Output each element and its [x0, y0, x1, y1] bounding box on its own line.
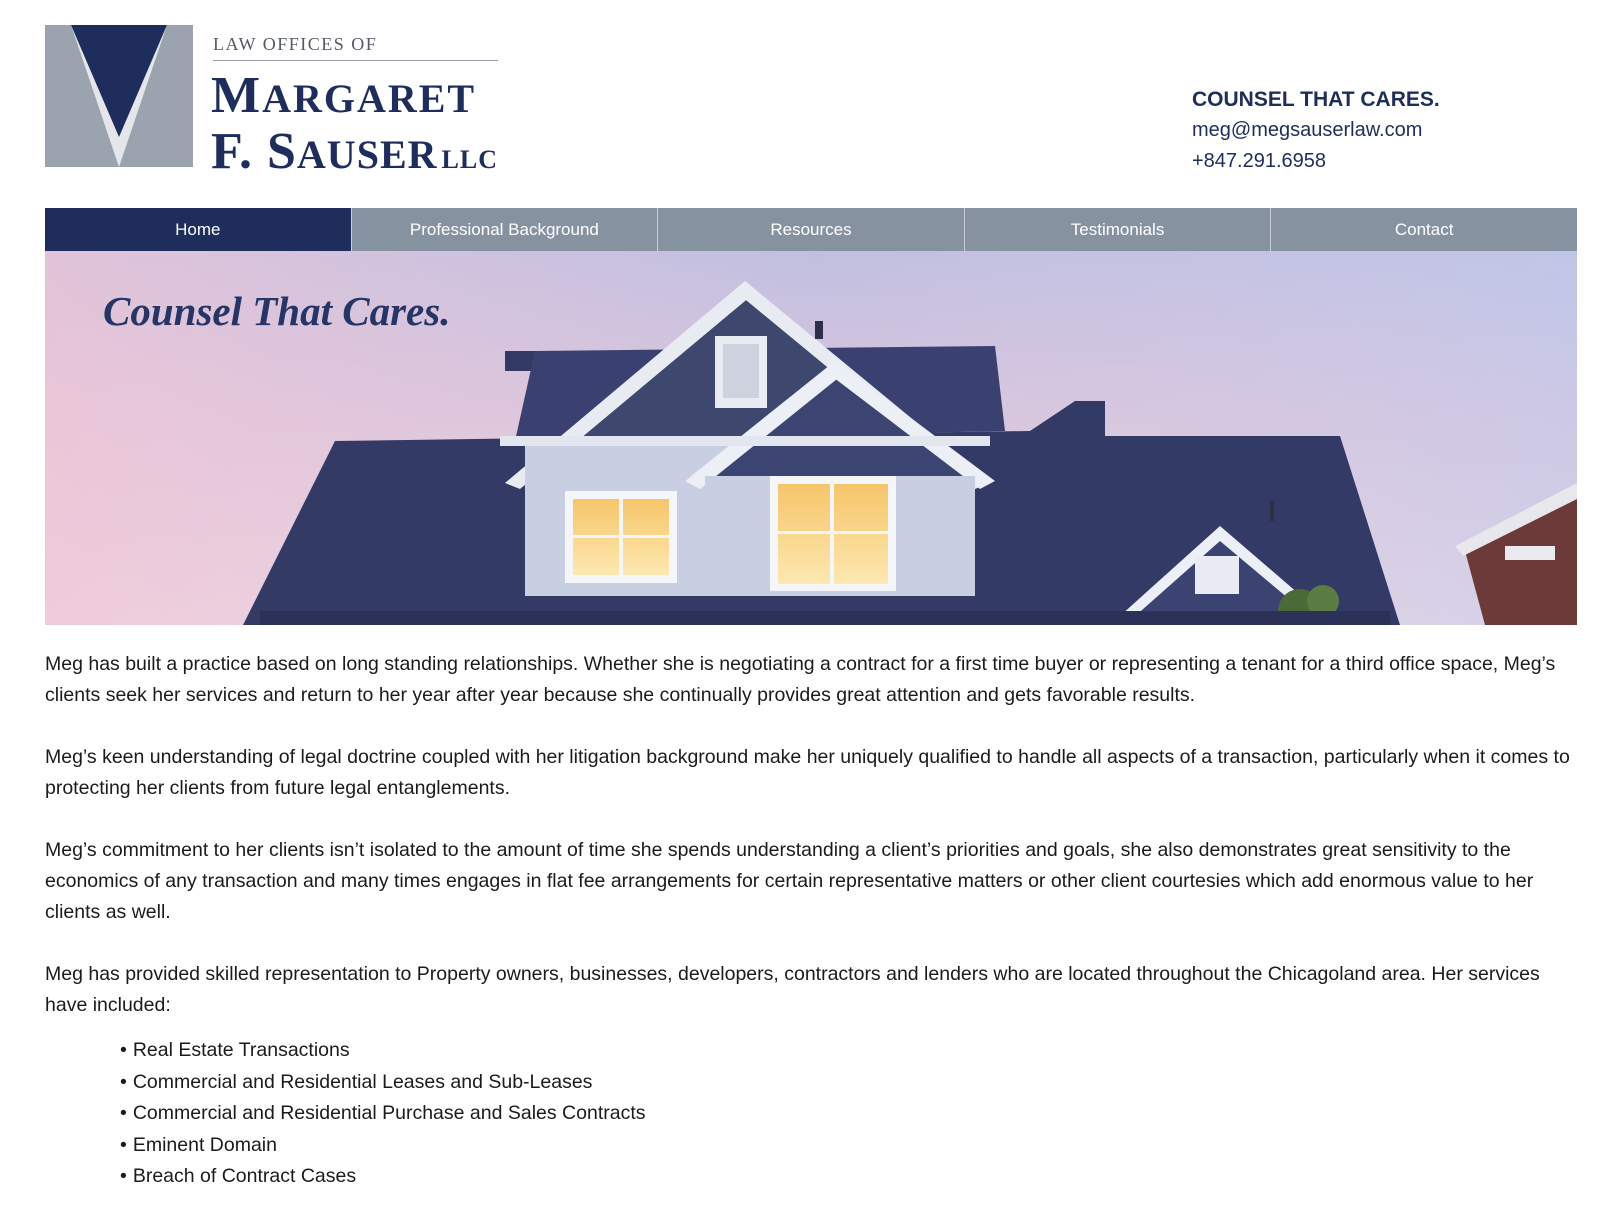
commitment-paragraph: Meg’s commitment to her clients isn’t is…: [45, 839, 1534, 923]
header-tagline: COUNSEL THAT CARES.: [1192, 88, 1440, 111]
list-bullet: •: [120, 1133, 127, 1156]
list-item: • Commercial and Residential Purchase and…: [120, 1098, 1585, 1130]
header-contact: COUNSEL THAT CARES. meg@megsauserlaw.com…: [1192, 84, 1440, 177]
list-item: • Real Estate Transactions: [120, 1035, 1585, 1067]
service-label: Commercial and Residential Leases and Su…: [132, 1070, 593, 1093]
service-label: Commercial and Residential Purchase and …: [132, 1102, 646, 1124]
list-bullet: •: [120, 1070, 127, 1093]
main-nav: Home Professional Background Resources T…: [45, 208, 1577, 251]
doctrine-paragraph: Meg’s keen understanding of legal doctri…: [45, 746, 1570, 799]
intro-paragraph: Meg has built a practice based on long s…: [45, 653, 1556, 706]
logo-divider: [213, 60, 498, 61]
logo-suffix: LLC: [441, 145, 498, 174]
list-item: • Eminent Domain: [120, 1130, 1585, 1162]
list-bullet: •: [120, 1165, 127, 1187]
logo-name-line2-initial: F. S: [211, 123, 297, 180]
nav-item-contact[interactable]: Contact: [1271, 208, 1577, 251]
services-intro-paragraph: Meg has provided skilled representation …: [45, 963, 1540, 1016]
logo-name-line1: MARGARET: [211, 70, 476, 122]
list-item: • Breach of Contract Cases: [120, 1161, 1585, 1193]
list-bullet: •: [120, 1039, 127, 1061]
nav-item-resources[interactable]: Resources: [658, 208, 965, 251]
hero-title: Counsel That Cares.: [103, 288, 451, 334]
phone-link[interactable]: +847.291.6958: [1192, 146, 1440, 177]
list-item: • Commercial and Residential Leases and S…: [120, 1067, 1585, 1099]
logo-prefix: LAW OFFICES OF: [213, 34, 378, 54]
logo-v-mark-icon: [45, 25, 193, 167]
nav-item-home[interactable]: Home: [45, 208, 352, 251]
nav-item-testimonials[interactable]: Testimonials: [965, 208, 1272, 251]
service-label: Eminent Domain: [132, 1133, 277, 1156]
hero-banner: Counsel That Cares.: [45, 251, 1577, 625]
service-label: Real Estate Transactions: [132, 1039, 350, 1061]
list-bullet: •: [120, 1102, 127, 1124]
email-link[interactable]: meg@megsauserlaw.com: [1192, 115, 1440, 146]
logo-name-line2-rest: AUSER: [296, 132, 438, 177]
logo-name-line1-rest: ARGARET: [262, 76, 477, 121]
service-label: Breach of Contract Cases: [132, 1165, 357, 1187]
services-list: • Real Estate Transactions • Commercial an…: [45, 1035, 1585, 1193]
main-content: Meg has built a practice based on long s…: [45, 649, 1585, 1193]
nav-item-professional-background[interactable]: Professional Background: [352, 208, 659, 251]
logo-name-line1-initial: M: [211, 67, 263, 124]
logo-name-line2: F. SAUSER LLC: [211, 126, 498, 178]
